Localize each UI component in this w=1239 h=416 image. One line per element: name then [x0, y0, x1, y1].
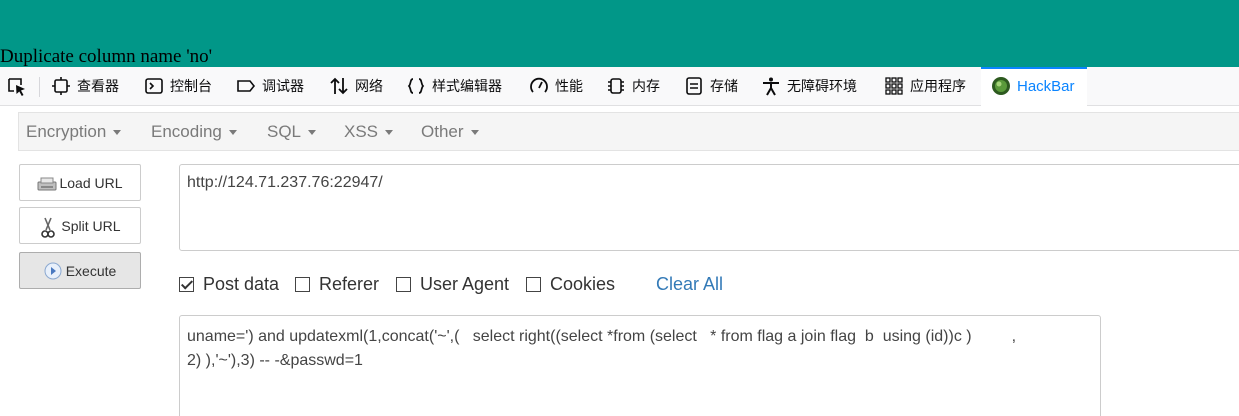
caret-down-icon: [308, 130, 317, 135]
post-data-input[interactable]: uname=') and updatexml(1,concat('~',( se…: [179, 315, 1101, 416]
caret-down-icon: [228, 130, 237, 135]
tab-style-editor[interactable]: 样式编辑器: [406, 67, 502, 105]
storage-icon: [684, 76, 704, 96]
tab-label: 样式编辑器: [432, 79, 502, 95]
element-picker-icon[interactable]: [6, 76, 32, 98]
execute-button[interactable]: Execute: [19, 252, 141, 289]
accessibility-icon: [761, 76, 781, 96]
button-label: Split URL: [61, 217, 121, 234]
referer-checkbox[interactable]: [295, 276, 310, 292]
menu-encoding[interactable]: Encoding: [151, 113, 237, 150]
load-icon: [37, 174, 57, 192]
menu-label: SQL: [267, 121, 302, 141]
error-message: Duplicate column name 'no': [0, 46, 213, 67]
menu-sql[interactable]: SQL: [267, 113, 317, 150]
application-icon: [884, 76, 904, 96]
option-label: User Agent: [420, 273, 510, 294]
memory-icon: [606, 76, 626, 96]
option-label: Cookies: [550, 273, 616, 294]
tab-label: 调试器: [262, 79, 304, 95]
tab-accessibility[interactable]: 无障碍环境: [761, 67, 857, 105]
split-url-button[interactable]: Split URL: [19, 207, 141, 244]
caret-down-icon: [385, 130, 394, 135]
clear-all-link[interactable]: Clear All: [656, 272, 723, 296]
menu-label: Encoding: [151, 121, 222, 141]
menu-other[interactable]: Other: [421, 113, 479, 150]
user-agent-checkbox[interactable]: [396, 276, 411, 292]
tab-label: 控制台: [170, 79, 212, 95]
tab-label: 存储: [710, 79, 738, 95]
hackbar-menu-bar: Encryption Encoding SQL XSS Other: [18, 112, 1239, 151]
menu-label: XSS: [344, 121, 379, 141]
caret-down-icon: [470, 130, 479, 135]
option-label: Referer: [319, 273, 380, 294]
cookies-option[interactable]: Cookies: [526, 272, 615, 296]
menu-encryption[interactable]: Encryption: [26, 113, 122, 150]
toolbar-divider: [39, 77, 40, 97]
play-icon: [44, 262, 62, 280]
debugger-icon: [236, 76, 256, 96]
button-label: Execute: [65, 262, 117, 279]
cookies-checkbox[interactable]: [526, 276, 541, 292]
console-icon: [144, 76, 164, 96]
tab-performance[interactable]: 性能: [529, 67, 583, 105]
url-input[interactable]: http://124.71.237.76:22947/: [179, 164, 1239, 251]
post-data-option[interactable]: Post data: [179, 272, 279, 296]
tab-label: 应用程序: [910, 79, 966, 95]
tab-console[interactable]: 控制台: [144, 67, 212, 105]
tab-network[interactable]: 网络: [329, 67, 383, 105]
inspector-icon: [51, 76, 71, 96]
tab-label: 网络: [355, 79, 383, 95]
tab-label: 性能: [555, 79, 583, 95]
menu-label: Other: [421, 121, 464, 141]
menu-label: Encryption: [26, 121, 107, 141]
user-agent-option[interactable]: User Agent: [396, 272, 509, 296]
tab-hackbar[interactable]: HackBar: [983, 67, 1085, 105]
load-url-button[interactable]: Load URL: [19, 164, 141, 201]
style-editor-icon: [406, 76, 426, 96]
referer-option[interactable]: Referer: [295, 272, 379, 296]
tab-inspector[interactable]: 查看器: [51, 67, 119, 105]
caret-down-icon: [113, 130, 122, 135]
tab-memory[interactable]: 内存: [606, 67, 660, 105]
hackbar-icon: [991, 76, 1011, 96]
tab-label: 内存: [632, 79, 660, 95]
post-data-checkbox[interactable]: [179, 276, 194, 292]
button-label: Load URL: [59, 174, 123, 191]
tab-storage[interactable]: 存储: [684, 67, 738, 105]
scissors-icon: [39, 217, 57, 238]
tab-label: HackBar: [1017, 77, 1075, 95]
tab-debugger[interactable]: 调试器: [236, 67, 304, 105]
tab-application[interactable]: 应用程序: [884, 67, 966, 105]
tab-label: 无障碍环境: [787, 79, 857, 95]
network-icon: [329, 76, 349, 96]
performance-icon: [529, 76, 549, 96]
menu-xss[interactable]: XSS: [344, 113, 394, 150]
page-viewport: Duplicate column name 'no': [0, 0, 1239, 67]
tab-label: 查看器: [77, 79, 119, 95]
option-label: Post data: [203, 273, 280, 294]
